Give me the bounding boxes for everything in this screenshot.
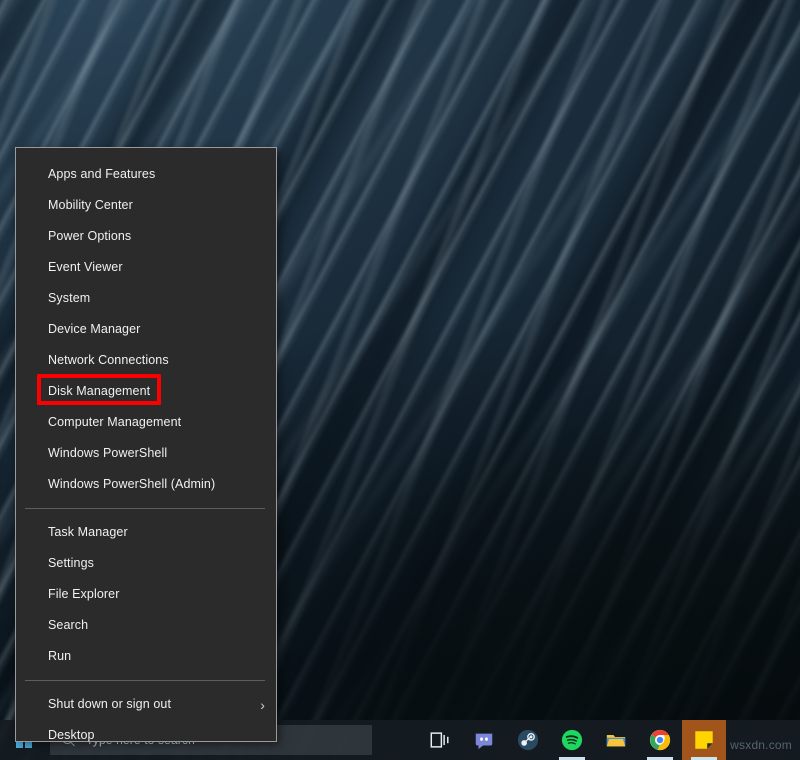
menu-item-search[interactable]: Search	[16, 610, 276, 641]
menu-item-label: Disk Management	[48, 385, 150, 398]
sticky-notes-icon	[693, 729, 715, 751]
menu-group-system-tools: Apps and Features Mobility Center Power …	[16, 159, 276, 500]
menu-item-label: Apps and Features	[48, 168, 155, 181]
menu-item-label: Device Manager	[48, 323, 140, 336]
menu-item-label: Mobility Center	[48, 199, 133, 212]
taskbar-button-sticky-notes[interactable]	[682, 720, 726, 760]
chevron-right-icon: ›	[260, 698, 265, 712]
taskbar-button-task-view[interactable]	[418, 720, 462, 760]
menu-item-apps-and-features[interactable]: Apps and Features	[16, 159, 276, 190]
menu-item-label: Run	[48, 650, 71, 663]
menu-item-label: Windows PowerShell	[48, 447, 167, 460]
menu-item-desktop[interactable]: Desktop	[16, 720, 276, 751]
menu-item-label: Shut down or sign out	[48, 698, 171, 711]
menu-item-network-connections[interactable]: Network Connections	[16, 345, 276, 376]
menu-item-computer-management[interactable]: Computer Management	[16, 407, 276, 438]
menu-item-shut-down-or-sign-out[interactable]: Shut down or sign out ›	[16, 689, 276, 720]
menu-item-label: Search	[48, 619, 88, 632]
menu-item-task-manager[interactable]: Task Manager	[16, 517, 276, 548]
menu-item-label: Windows PowerShell (Admin)	[48, 478, 215, 491]
menu-item-mobility-center[interactable]: Mobility Center	[16, 190, 276, 221]
chrome-icon	[649, 729, 671, 751]
menu-item-label: Task Manager	[48, 526, 128, 539]
taskbar-button-spotify[interactable]	[550, 720, 594, 760]
menu-group-session: Shut down or sign out › Desktop	[16, 689, 276, 751]
menu-item-device-manager[interactable]: Device Manager	[16, 314, 276, 345]
file-explorer-icon	[605, 729, 627, 751]
watermark-text: wsxdn.com	[730, 738, 792, 752]
menu-item-windows-powershell-admin[interactable]: Windows PowerShell (Admin)	[16, 469, 276, 500]
menu-separator-2	[25, 680, 265, 681]
menu-separator-1	[25, 508, 265, 509]
menu-item-windows-powershell[interactable]: Windows PowerShell	[16, 438, 276, 469]
menu-item-run[interactable]: Run	[16, 641, 276, 672]
taskbar-app-buttons	[418, 720, 726, 760]
taskbar-button-google-chrome[interactable]	[638, 720, 682, 760]
taskbar-button-discord[interactable]	[462, 720, 506, 760]
menu-item-disk-management[interactable]: Disk Management	[16, 376, 276, 407]
taskbar-button-steam[interactable]	[506, 720, 550, 760]
menu-item-label: System	[48, 292, 90, 305]
menu-item-label: Settings	[48, 557, 94, 570]
menu-item-label: File Explorer	[48, 588, 119, 601]
menu-item-label: Network Connections	[48, 354, 169, 367]
menu-item-label: Power Options	[48, 230, 131, 243]
menu-item-label: Desktop	[48, 729, 95, 742]
menu-item-label: Event Viewer	[48, 261, 123, 274]
menu-item-power-options[interactable]: Power Options	[16, 221, 276, 252]
menu-item-system[interactable]: System	[16, 283, 276, 314]
menu-group-shell-tools: Task Manager Settings File Explorer Sear…	[16, 517, 276, 672]
power-user-context-menu[interactable]: Apps and Features Mobility Center Power …	[15, 147, 277, 742]
menu-item-file-explorer[interactable]: File Explorer	[16, 579, 276, 610]
spotify-icon	[561, 729, 583, 751]
discord-icon	[473, 729, 495, 751]
taskbar-button-file-explorer[interactable]	[594, 720, 638, 760]
menu-item-settings[interactable]: Settings	[16, 548, 276, 579]
menu-item-label: Computer Management	[48, 416, 181, 429]
steam-icon	[517, 729, 539, 751]
menu-item-event-viewer[interactable]: Event Viewer	[16, 252, 276, 283]
task-view-icon	[429, 729, 451, 751]
